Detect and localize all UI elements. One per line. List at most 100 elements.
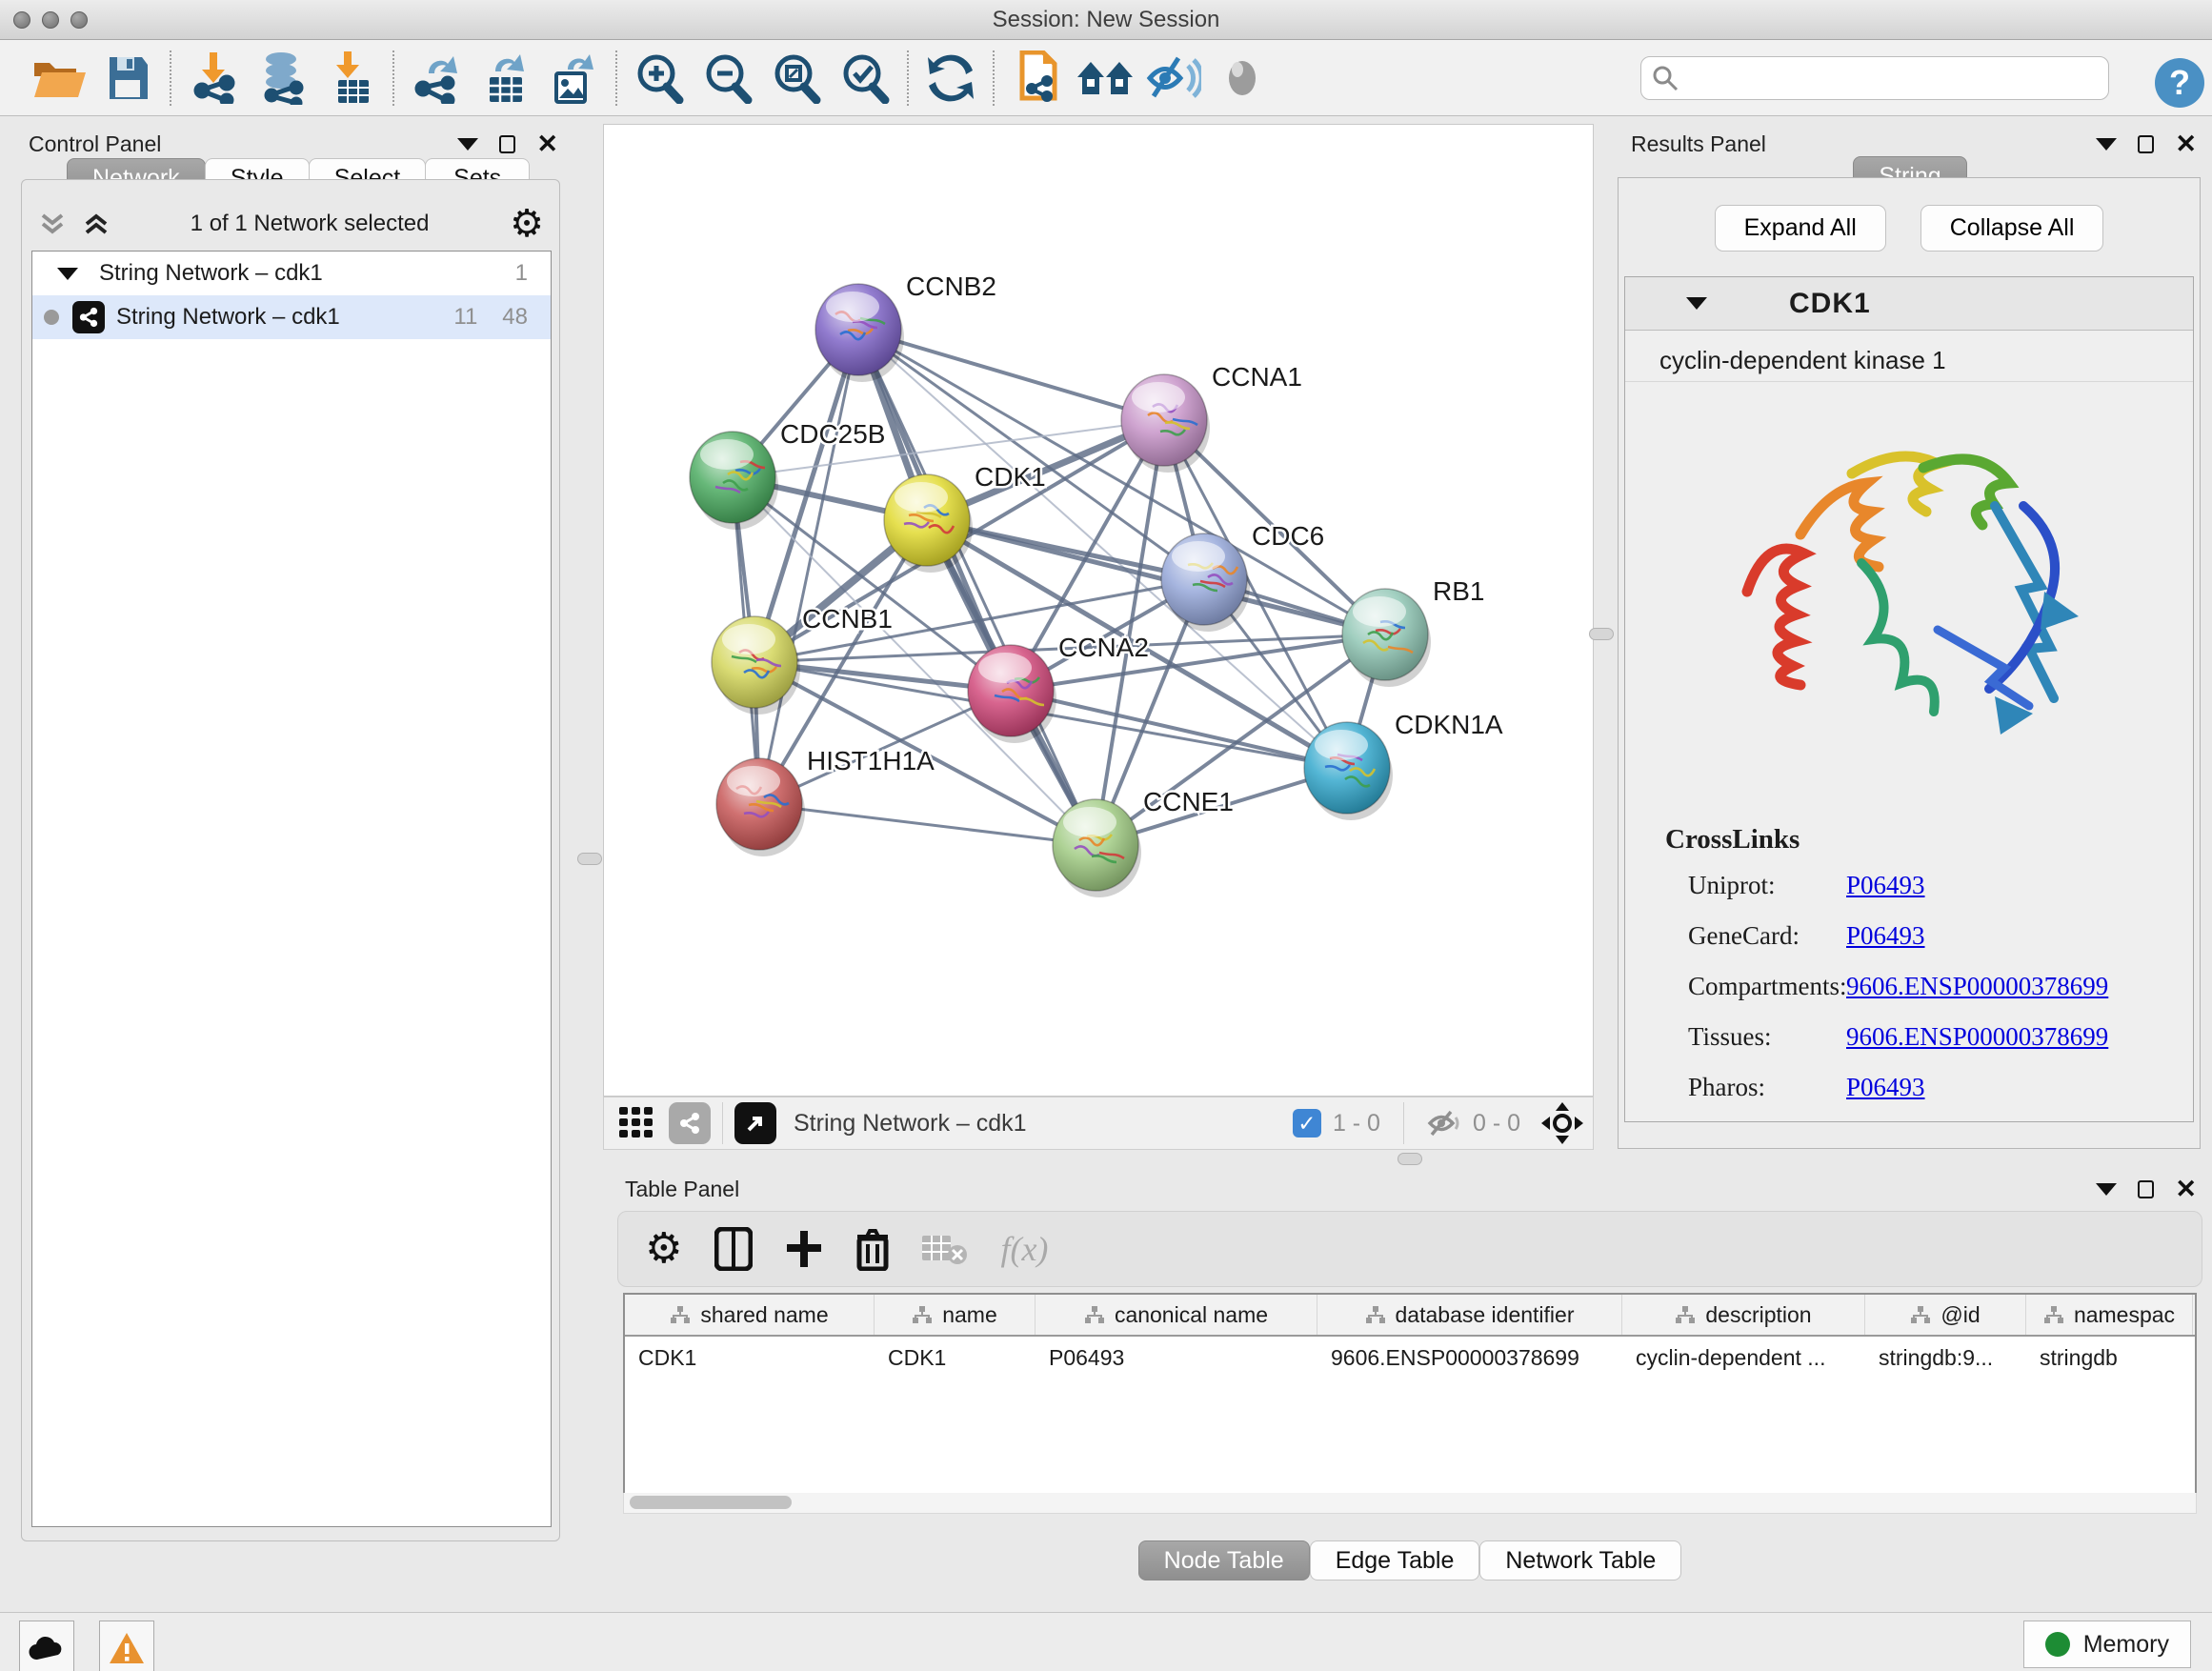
hidden-eye-slash-icon[interactable]: [1427, 1109, 1461, 1137]
network-node-CDK1[interactable]: CDK1: [884, 462, 1046, 573]
export-network-button[interactable]: [402, 47, 471, 110]
collapse-all-button[interactable]: Collapse All: [1920, 205, 2104, 252]
network-node-HIST1H1A[interactable]: HIST1H1A: [716, 746, 935, 856]
delete-table-icon[interactable]: [922, 1232, 968, 1266]
export-image-button[interactable]: [539, 47, 608, 110]
float-panel-icon[interactable]: [499, 135, 515, 153]
cell-description[interactable]: cyclin-dependent ...: [1622, 1337, 1865, 1379]
collapse-all-networks-icon[interactable]: [39, 211, 66, 236]
share-view-icon[interactable]: [669, 1102, 711, 1144]
zoom-out-button[interactable]: [694, 47, 762, 110]
column-header-namespac[interactable]: namespac: [2026, 1295, 2193, 1335]
cell-namespac[interactable]: stringdb: [2026, 1337, 2193, 1379]
tab-edge-table[interactable]: Edge Table: [1310, 1540, 1480, 1580]
collapse-panel-icon[interactable]: [2096, 1183, 2117, 1196]
string-import-button[interactable]: [1002, 47, 1071, 110]
network-node-RB1[interactable]: RB1: [1342, 576, 1484, 687]
cell--id[interactable]: stringdb:9...: [1865, 1337, 2026, 1379]
search-input[interactable]: [1679, 65, 2089, 91]
collection-expander-icon[interactable]: [57, 268, 78, 280]
edge-count: 48: [502, 304, 528, 331]
warnings-button[interactable]: [99, 1621, 154, 1671]
network-node-CDKN1A[interactable]: CDKN1A: [1304, 710, 1503, 820]
crosslink-label: Compartments:: [1665, 972, 1846, 1001]
import-table-button[interactable]: [316, 47, 385, 110]
add-column-icon[interactable]: [785, 1227, 823, 1271]
string-network-graph[interactable]: CCNB2CCNA1CDC25BCDK1CDC6RB1CCNB1CCNA2CDK…: [604, 125, 1593, 1096]
crosslink-link[interactable]: 9606.ENSP00000378699: [1846, 1022, 2108, 1052]
table-horizontal-scrollbar[interactable]: [623, 1493, 2197, 1514]
show-columns-icon[interactable]: [714, 1227, 753, 1271]
scrollbar-thumb[interactable]: [630, 1496, 792, 1509]
birds-eye-view-icon[interactable]: [619, 1107, 655, 1139]
pan-crosshair-icon[interactable]: [1541, 1102, 1583, 1144]
function-builder-icon[interactable]: f(x): [1000, 1229, 1048, 1269]
open-session-button[interactable]: [25, 47, 93, 110]
close-panel-icon[interactable]: ✕: [2175, 1177, 2197, 1202]
expand-all-networks-icon[interactable]: [83, 211, 110, 236]
import-network-database-button[interactable]: [248, 47, 316, 110]
home-button[interactable]: [1071, 47, 1139, 110]
collapse-panel-icon[interactable]: [2096, 138, 2117, 151]
cell-canonical-name[interactable]: P06493: [1036, 1337, 1317, 1379]
column-header-database-identifier[interactable]: database identifier: [1317, 1295, 1622, 1335]
crosslink-link[interactable]: P06493: [1846, 1073, 1925, 1102]
crosslink-row: Tissues:9606.ENSP00000378699: [1665, 1022, 2193, 1052]
table-row[interactable]: CDK1CDK1P064939606.ENSP00000378699cyclin…: [625, 1337, 2195, 1379]
crosslink-row: Compartments:9606.ENSP00000378699: [1665, 972, 2193, 1001]
column-header-description[interactable]: description: [1622, 1295, 1865, 1335]
column-header-name[interactable]: name: [875, 1295, 1036, 1335]
horizontal-splitter-handle[interactable]: [1398, 1153, 1422, 1165]
crosslink-row: Pharos:P06493: [1665, 1073, 2193, 1102]
node-table[interactable]: shared namenamecanonical namedatabase id…: [623, 1293, 2197, 1512]
save-session-button[interactable]: [93, 47, 162, 110]
table-options-gear-icon[interactable]: ⚙: [645, 1228, 682, 1270]
selected-checkbox-icon[interactable]: ✓: [1293, 1109, 1321, 1137]
network-collection-row[interactable]: String Network – cdk1 1: [32, 252, 551, 295]
zoom-fit-button[interactable]: [762, 47, 831, 110]
network-canvas[interactable]: CCNB2CCNA1CDC25BCDK1CDC6RB1CCNB1CCNA2CDK…: [603, 124, 1594, 1097]
export-table-button[interactable]: [471, 47, 539, 110]
protein-section-header[interactable]: CDK1: [1625, 277, 2193, 331]
float-panel-icon[interactable]: [2138, 1180, 2154, 1198]
crosslink-link[interactable]: P06493: [1846, 921, 1925, 951]
collapse-panel-icon[interactable]: [457, 138, 478, 151]
zoom-in-button[interactable]: [625, 47, 694, 110]
show-hide-panels-button[interactable]: [1139, 47, 1208, 110]
close-panel-icon[interactable]: ✕: [536, 131, 558, 157]
cell-database-identifier[interactable]: 9606.ENSP00000378699: [1317, 1337, 1622, 1379]
help-button[interactable]: ?: [2145, 51, 2212, 114]
network-row-selected[interactable]: String Network – cdk1 11 48: [32, 295, 551, 339]
import-network-file-button[interactable]: [179, 47, 248, 110]
refresh-button[interactable]: [916, 47, 985, 110]
network-node-CCNA1[interactable]: CCNA1: [1121, 362, 1302, 473]
cloud-button[interactable]: [19, 1621, 74, 1671]
tab-network-table[interactable]: Network Table: [1479, 1540, 1681, 1580]
selected-counts: 1 - 0: [1333, 1110, 1380, 1137]
column-header-canonical-name[interactable]: canonical name: [1036, 1295, 1317, 1335]
close-panel-icon[interactable]: ✕: [2175, 131, 2197, 157]
open-in-window-icon[interactable]: [734, 1102, 776, 1144]
hidden-counts: 0 - 0: [1473, 1110, 1520, 1137]
vertical-splitter-handle[interactable]: [577, 853, 602, 865]
cell-shared-name[interactable]: CDK1: [625, 1337, 875, 1379]
cell-name[interactable]: CDK1: [875, 1337, 1036, 1379]
column-header--id[interactable]: @id: [1865, 1295, 2026, 1335]
crosslink-link[interactable]: P06493: [1846, 871, 1925, 900]
network-options-gear-icon[interactable]: ⚙: [510, 205, 544, 243]
search-icon: [1651, 64, 1679, 92]
memory-button[interactable]: Memory: [2023, 1621, 2191, 1668]
float-panel-icon[interactable]: [2138, 135, 2154, 153]
eye-button[interactable]: [1208, 47, 1277, 110]
network-node-CDC25B[interactable]: CDC25B: [690, 419, 885, 530]
column-header-shared-name[interactable]: shared name: [625, 1295, 875, 1335]
expand-all-button[interactable]: Expand All: [1715, 205, 1886, 252]
node-label-RB1: RB1: [1433, 576, 1484, 606]
tab-node-table[interactable]: Node Table: [1138, 1540, 1310, 1580]
delete-column-icon[interactable]: [855, 1227, 890, 1271]
crosslink-link[interactable]: 9606.ENSP00000378699: [1846, 972, 2108, 1001]
section-expander-icon[interactable]: [1686, 297, 1707, 310]
zoom-selected-button[interactable]: [831, 47, 899, 110]
network-node-CCNE1[interactable]: CCNE1: [1053, 787, 1234, 897]
search-field[interactable]: [1640, 56, 2109, 100]
